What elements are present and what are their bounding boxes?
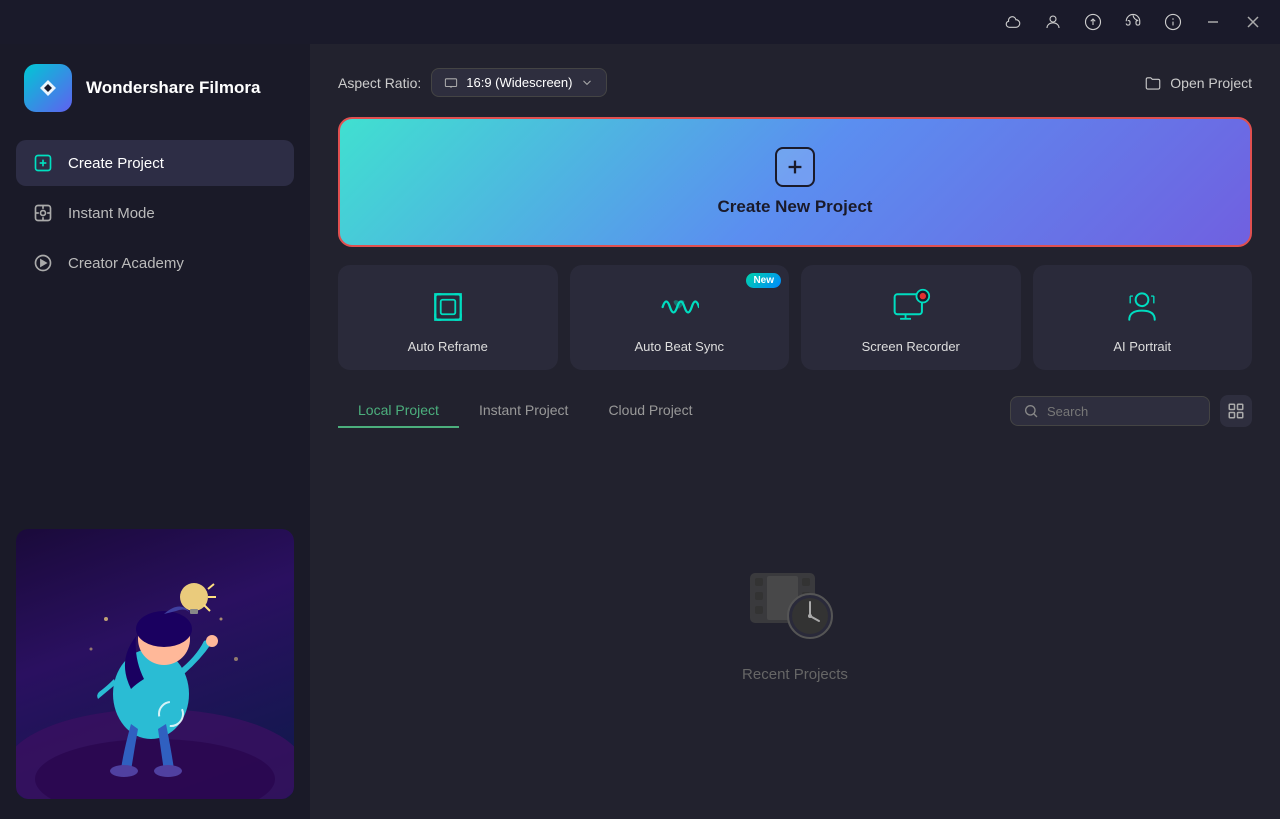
search-box[interactable] [1010, 396, 1210, 426]
create-plus-icon [775, 147, 815, 187]
feature-card-ai-portrait[interactable]: AI Portrait [1033, 265, 1253, 370]
content-area: Aspect Ratio: 16:9 (Widescreen) [310, 44, 1280, 819]
screen-recorder-icon [889, 285, 933, 329]
grid-icon [1227, 402, 1245, 420]
empty-state-icon [745, 558, 845, 648]
chevron-down-icon [580, 76, 594, 90]
auto-reframe-icon [426, 285, 470, 329]
feature-card-label-auto-reframe: Auto Reframe [408, 339, 488, 354]
tab-local-project[interactable]: Local Project [338, 394, 459, 428]
info-icon[interactable] [1162, 11, 1184, 33]
titlebar [0, 0, 1280, 44]
plus-icon [784, 156, 806, 178]
create-project-icon [32, 152, 54, 174]
grid-view-button[interactable] [1220, 395, 1252, 427]
sidebar-item-label-create-project: Create Project [68, 155, 164, 172]
feature-card-label-auto-beat-sync: Auto Beat Sync [634, 339, 724, 354]
empty-state: Recent Projects [338, 446, 1252, 795]
upload-icon[interactable] [1082, 11, 1104, 33]
open-project-label: Open Project [1170, 75, 1252, 91]
folder-icon [1144, 74, 1162, 92]
search-input[interactable] [1047, 404, 1197, 419]
new-badge: New [746, 273, 781, 288]
sidebar-item-create-project[interactable]: Create Project [16, 140, 294, 186]
instant-mode-icon [32, 202, 54, 224]
sidebar-item-label-creator-academy: Creator Academy [68, 255, 184, 272]
cloud-icon[interactable] [1002, 11, 1024, 33]
sidebar-item-label-instant-mode: Instant Mode [68, 205, 155, 222]
feature-card-label-ai-portrait: AI Portrait [1113, 339, 1171, 354]
sidebar-item-creator-academy[interactable]: Creator Academy [16, 240, 294, 286]
create-new-project-label: Create New Project [718, 197, 873, 217]
brand: Wondershare Filmora [16, 64, 294, 112]
search-icon [1023, 403, 1039, 419]
close-button[interactable] [1242, 11, 1264, 33]
aspect-ratio-dropdown[interactable]: 16:9 (Widescreen) [431, 68, 607, 97]
ai-portrait-icon [1120, 285, 1164, 329]
aspect-ratio-value: 16:9 (Widescreen) [466, 75, 572, 90]
headset-icon[interactable] [1122, 11, 1144, 33]
aspect-ratio-group: Aspect Ratio: 16:9 (Widescreen) [338, 68, 607, 97]
sidebar-illustration [16, 529, 294, 799]
tab-cloud-project[interactable]: Cloud Project [588, 394, 712, 428]
tab-instant-project[interactable]: Instant Project [459, 394, 589, 428]
open-project-button[interactable]: Open Project [1144, 74, 1252, 92]
brand-name: Wondershare Filmora [86, 77, 260, 99]
feature-card-screen-recorder[interactable]: Screen Recorder [801, 265, 1021, 370]
sidebar: Wondershare Filmora Create Project [0, 44, 310, 819]
brand-logo [24, 64, 72, 112]
creator-academy-icon [32, 252, 54, 274]
minimize-button[interactable] [1202, 11, 1224, 33]
tab-items: Local Project Instant Project Cloud Proj… [338, 394, 1010, 428]
feature-card-label-screen-recorder: Screen Recorder [862, 339, 960, 354]
content-header: Aspect Ratio: 16:9 (Widescreen) [338, 68, 1252, 97]
tabs-row: Local Project Instant Project Cloud Proj… [338, 394, 1252, 428]
feature-cards-grid: Auto Reframe New Auto Beat Sync [338, 265, 1252, 370]
main-layout: Wondershare Filmora Create Project [0, 44, 1280, 819]
account-icon[interactable] [1042, 11, 1064, 33]
create-new-project-banner[interactable]: Create New Project [338, 117, 1252, 247]
feature-card-auto-beat-sync[interactable]: New Auto Beat Sync [570, 265, 790, 370]
empty-state-label: Recent Projects [742, 666, 848, 683]
aspect-ratio-label: Aspect Ratio: [338, 75, 421, 91]
auto-beat-sync-icon [657, 285, 701, 329]
feature-card-auto-reframe[interactable]: Auto Reframe [338, 265, 558, 370]
sidebar-item-instant-mode[interactable]: Instant Mode [16, 190, 294, 236]
